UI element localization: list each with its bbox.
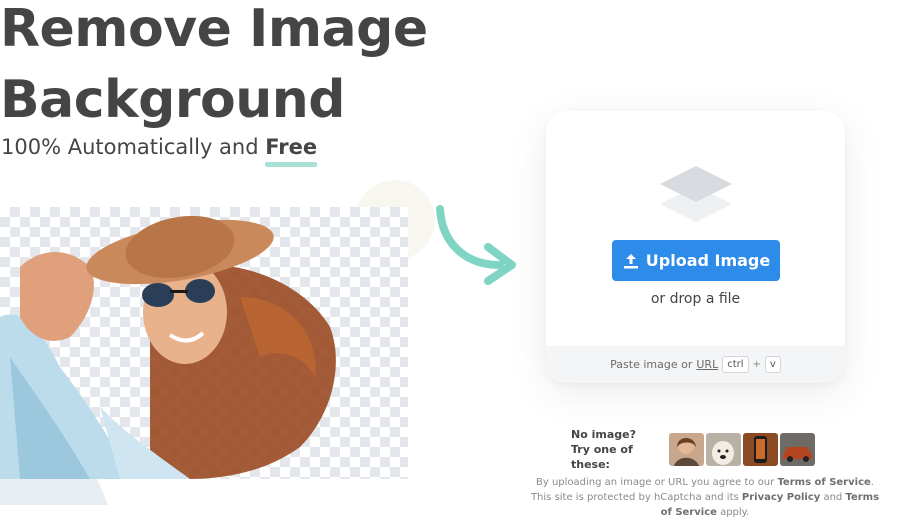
sample-thumb-dog[interactable] xyxy=(706,433,741,466)
curved-arrow-icon xyxy=(436,205,516,285)
hero-woman-image xyxy=(0,215,336,479)
paste-prefix: Paste image or xyxy=(610,358,693,371)
paste-url-link[interactable]: URL xyxy=(696,358,718,371)
page-title: Remove Image Background xyxy=(0,0,428,136)
upload-image-button[interactable]: Upload Image xyxy=(612,240,780,281)
key-v: v xyxy=(764,356,781,373)
legal-line2-prefix: This site is protected by hCaptcha and i… xyxy=(530,492,742,503)
legal-line1-prefix: By uploading an image or URL you agree t… xyxy=(536,477,778,488)
legal-line1-suffix: . xyxy=(870,477,874,488)
subtitle: 100% Automatically and Free xyxy=(1,135,318,167)
title-line-1: Remove Image xyxy=(0,0,428,59)
key-plus: + xyxy=(752,359,761,370)
subtitle-prefix: 100% Automatically and xyxy=(1,135,266,159)
drop-file-text: or drop a file xyxy=(650,291,741,307)
legal-line3-suffix: apply. xyxy=(716,507,750,518)
sample-thumb-woman[interactable] xyxy=(669,433,704,466)
sample-thumb-phone[interactable] xyxy=(743,433,778,466)
key-ctrl: ctrl xyxy=(722,356,749,373)
bottom-stripe-decoration xyxy=(0,479,108,505)
upload-card[interactable]: Upload Image or drop a file Paste image … xyxy=(546,111,845,383)
upload-button-label: Upload Image xyxy=(645,251,771,270)
sample-images: No image? Try one of these: xyxy=(571,427,817,472)
sample-thumb-car[interactable] xyxy=(780,433,815,466)
legal-line2-and: and xyxy=(820,492,846,503)
layers-icon xyxy=(660,166,732,222)
terms-link-part1[interactable]: Terms xyxy=(845,492,879,503)
legal-notice: By uploading an image or URL you agree t… xyxy=(520,475,890,520)
terms-link-part2[interactable]: of Service xyxy=(661,507,717,518)
samples-label-line-1: No image? xyxy=(571,428,636,441)
upload-icon xyxy=(623,253,638,268)
title-line-2: Background xyxy=(0,70,345,130)
samples-label: No image? Try one of these: xyxy=(571,427,669,472)
paste-bar: Paste image or URL ctrl + v xyxy=(546,346,845,383)
privacy-policy-link[interactable]: Privacy Policy xyxy=(742,492,820,503)
terms-of-service-link[interactable]: Terms of Service xyxy=(777,477,870,488)
subtitle-free: Free xyxy=(265,135,318,167)
samples-label-line-2: Try one of these: xyxy=(571,443,633,471)
